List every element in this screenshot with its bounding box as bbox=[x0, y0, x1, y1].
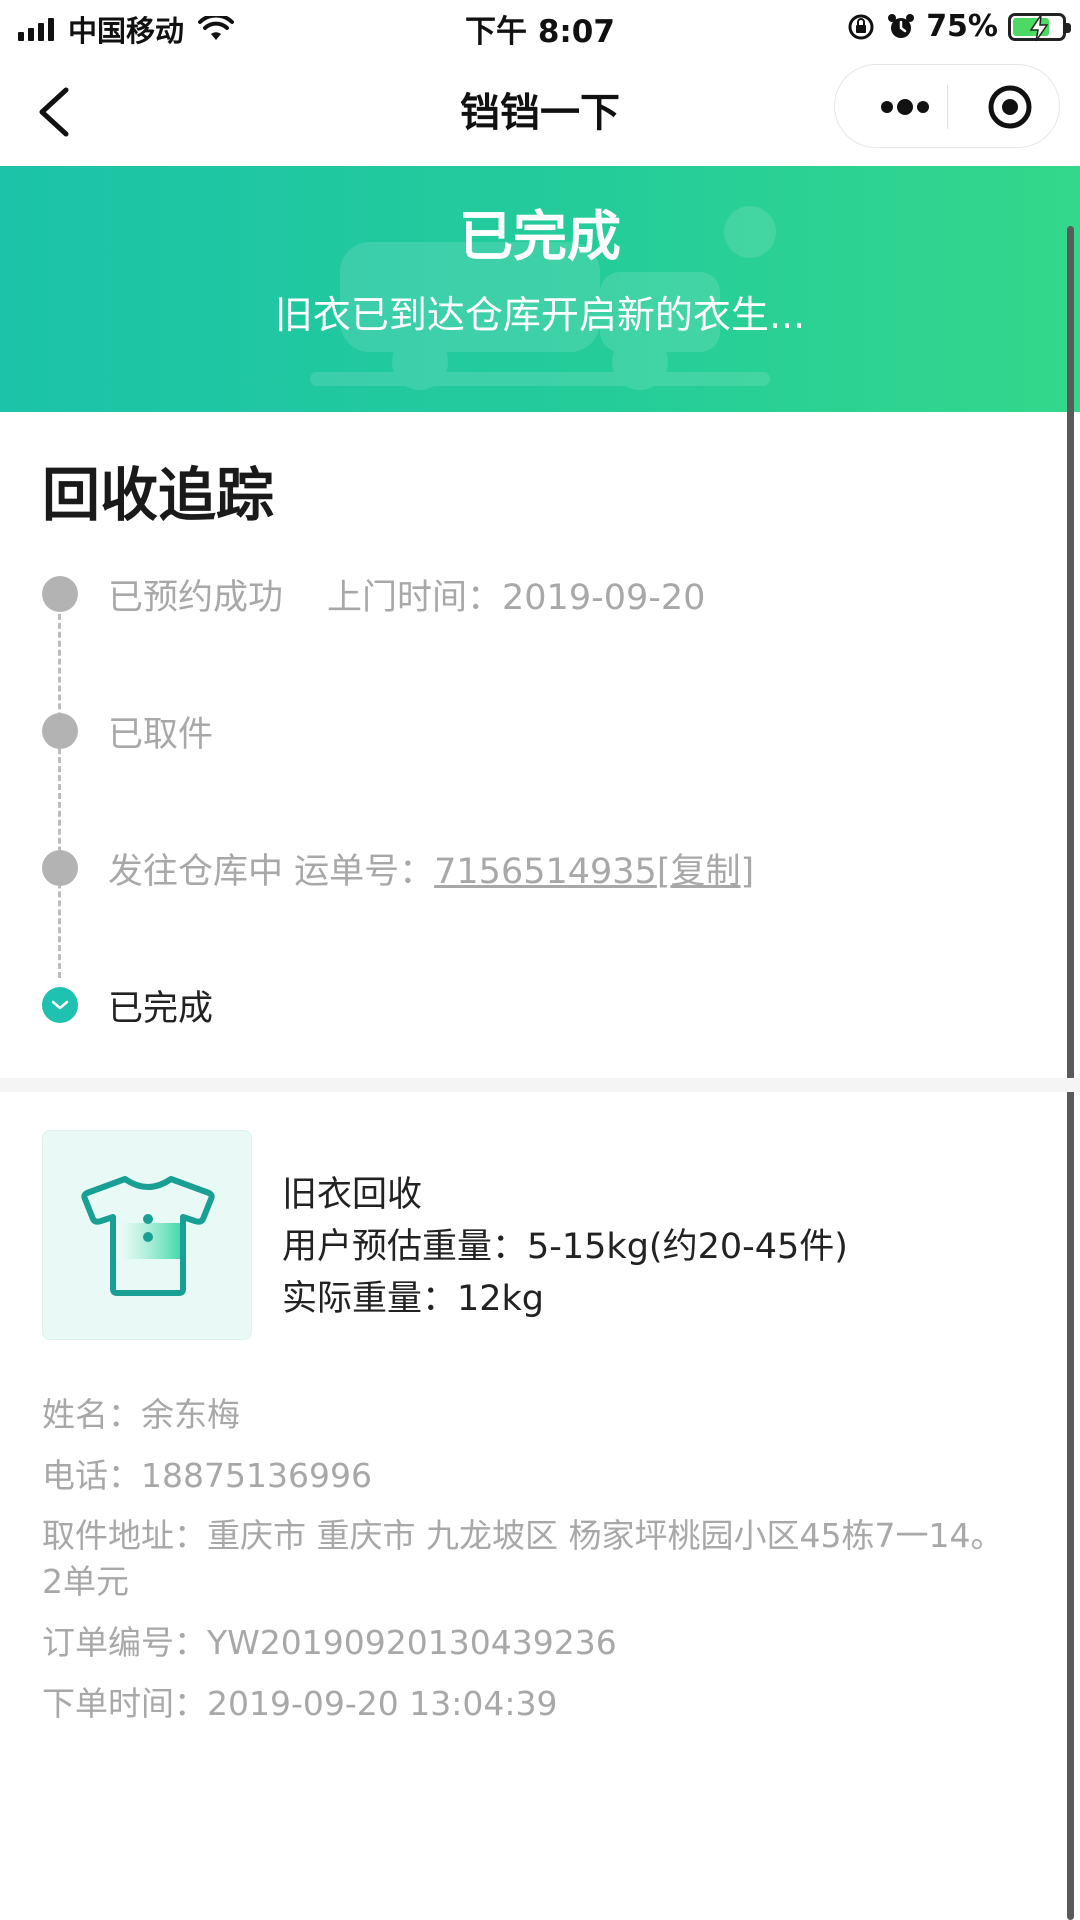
shirt-icon bbox=[81, 1176, 215, 1296]
scrollbar[interactable] bbox=[1067, 226, 1074, 1920]
timeline-step: 发往仓库中 运单号：7156514935[复制] bbox=[42, 844, 754, 892]
customer-phone: 电话：18875136996 bbox=[42, 1456, 372, 1495]
product-thumbnail bbox=[42, 1130, 252, 1340]
product-name: 旧衣回收 bbox=[282, 1175, 423, 1215]
tracking-title: 回收追踪 bbox=[42, 461, 275, 529]
order-number: 订单编号：YW20190920130439236 bbox=[42, 1623, 617, 1662]
waybill-number-link[interactable]: 7156514935 bbox=[434, 852, 657, 892]
status-banner: 已完成 旧衣已到达仓库开启新的衣生... bbox=[0, 166, 1080, 412]
status-bar: 中国移动 下午 8:07 75% bbox=[0, 0, 1080, 56]
step-pickup-time: 上门时间：2019-09-20 bbox=[327, 577, 706, 618]
step-dot-icon bbox=[42, 713, 78, 749]
banner-subtitle: 旧衣已到达仓库开启新的衣生... bbox=[274, 293, 806, 337]
more-icon[interactable] bbox=[865, 65, 945, 149]
mini-program-capsule bbox=[834, 64, 1060, 148]
tracking-timeline: 已预约成功 上门时间：2019-09-20 已取件 发往仓库中 运单号：71565… bbox=[42, 570, 1002, 1050]
status-bar-right: 75% bbox=[846, 9, 1071, 44]
pickup-address-continued: 2单元 bbox=[42, 1562, 129, 1601]
step-label: 已完成 bbox=[108, 988, 214, 1029]
nav-bar: 铛铛一下 bbox=[0, 56, 1080, 166]
close-miniprogram-icon[interactable] bbox=[975, 65, 1045, 149]
step-label: 已取件 bbox=[108, 714, 214, 755]
timeline-line bbox=[58, 596, 61, 978]
step-check-icon bbox=[42, 987, 78, 1023]
step-label: 发往仓库中 运单号： bbox=[108, 851, 435, 892]
estimated-weight: 用户预估重量：5-15kg(约20-45件) bbox=[282, 1227, 848, 1267]
capsule-divider bbox=[947, 85, 948, 129]
step-label: 已预约成功 bbox=[108, 577, 284, 618]
customer-name: 姓名：余东梅 bbox=[42, 1395, 240, 1434]
step-text: 发往仓库中 运单号：7156514935[复制] bbox=[108, 843, 754, 894]
charging-bolt-icon bbox=[1029, 14, 1049, 41]
step-dot-icon bbox=[42, 850, 78, 886]
battery-icon bbox=[1008, 12, 1071, 41]
actual-weight: 实际重量：12kg bbox=[282, 1279, 545, 1319]
alarm-icon bbox=[888, 13, 915, 38]
section-divider bbox=[0, 1078, 1080, 1092]
timeline-step-current: 已完成 bbox=[42, 981, 213, 1029]
step-text: 已预约成功 上门时间：2019-09-20 bbox=[108, 569, 705, 620]
copy-waybill-link[interactable]: [复制] bbox=[657, 852, 754, 892]
order-time: 下单时间：2019-09-20 13:04:39 bbox=[42, 1684, 558, 1723]
timeline-step: 已取件 bbox=[42, 707, 213, 755]
rotation-lock-icon bbox=[848, 14, 874, 39]
banner-title: 已完成 bbox=[459, 205, 621, 268]
battery-percent: 75% bbox=[926, 9, 998, 44]
step-dot-icon bbox=[42, 576, 78, 612]
pickup-address: 取件地址：重庆市 重庆市 九龙坡区 杨家坪桃园小区45栋7一14。 bbox=[42, 1516, 1004, 1555]
timeline-step: 已预约成功 上门时间：2019-09-20 bbox=[42, 570, 705, 618]
